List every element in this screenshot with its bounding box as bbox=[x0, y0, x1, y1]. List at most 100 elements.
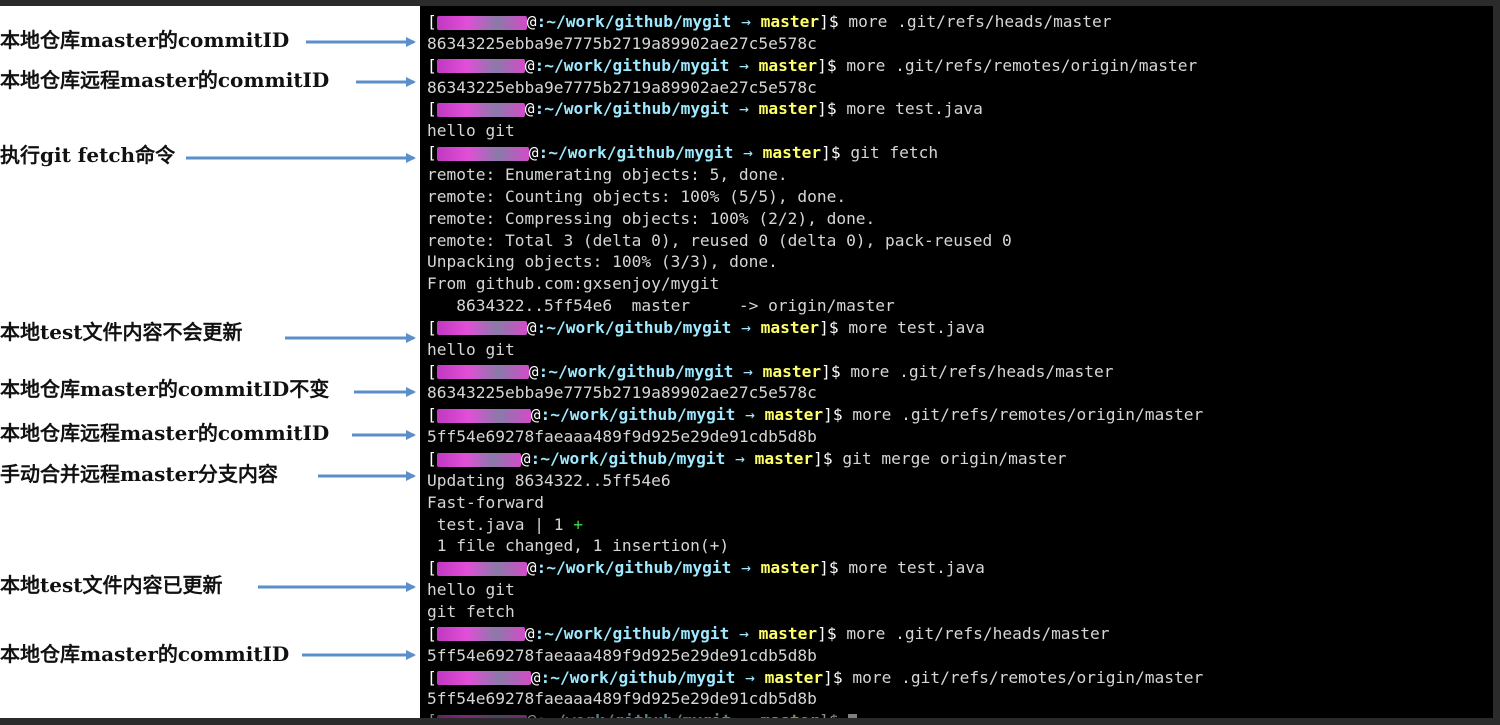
prompt-path: :~/work/github/mygit bbox=[540, 667, 736, 687]
prompt-arrow-icon: → bbox=[731, 558, 761, 578]
terminal-prompt-line: [@:~/work/github/mygit → master]$ bbox=[427, 710, 858, 718]
prompt-end: ]$ bbox=[817, 55, 847, 75]
prompt-branch: master bbox=[758, 55, 818, 75]
terminal-output-text: 86343225ebba9e7775b2719a89902ae27c5e578c bbox=[427, 77, 817, 97]
prompt-end: ]$ bbox=[823, 667, 853, 687]
terminal-output-text: 8634322..5ff54e6 master -> origin/master bbox=[427, 296, 895, 316]
terminal-prompt-line: [@:~/work/github/mygit → master]$ more t… bbox=[427, 98, 983, 120]
terminal-output-text: remote: Counting objects: 100% (5/5), do… bbox=[427, 186, 847, 206]
prompt-end: ]$ bbox=[819, 558, 849, 578]
terminal-output-text: 5ff54e69278faeaaa489f9d925e29de91cdb5d8b bbox=[427, 645, 817, 665]
terminal-output-line: 86343225ebba9e7775b2719a89902ae27c5e578c bbox=[427, 382, 817, 404]
terminal-output-line: 1 file changed, 1 insertion(+) bbox=[427, 535, 729, 557]
terminal-output-text: 5ff54e69278faeaaa489f9d925e29de91cdb5d8b bbox=[427, 689, 817, 709]
prompt-bracket: [ bbox=[427, 361, 437, 381]
terminal-output-text: remote: Enumerating objects: 5, done. bbox=[427, 164, 788, 184]
prompt-path: :~/work/github/mygit bbox=[536, 558, 732, 578]
terminal-output-text: Fast-forward bbox=[427, 492, 544, 512]
terminal-output-line: 8634322..5ff54e6 master -> origin/master bbox=[427, 295, 895, 317]
prompt-branch: master bbox=[754, 449, 814, 468]
terminal-output-line: remote: Compressing objects: 100% (2/2),… bbox=[427, 208, 875, 230]
terminal-prompt-line: [@:~/work/github/mygit → master]$ more t… bbox=[427, 557, 985, 579]
prompt-path: :~/work/github/mygit bbox=[534, 623, 730, 643]
prompt-branch: master bbox=[760, 558, 820, 578]
terminal-output-text: remote: Total 3 (delta 0), reused 0 (del… bbox=[427, 230, 1012, 250]
terminal-output-text: git fetch bbox=[427, 601, 515, 621]
terminal-output-line: Fast-forward bbox=[427, 492, 544, 514]
prompt-branch: master bbox=[764, 405, 824, 425]
prompt-arrow-icon: → bbox=[725, 449, 755, 468]
prompt-end: ]$ bbox=[819, 12, 849, 31]
prompt-branch: master bbox=[764, 667, 824, 687]
prompt-at: @ bbox=[520, 449, 531, 468]
diff-stat-text: test.java | 1 bbox=[427, 514, 574, 534]
terminal-prompt-line: [@:~/work/github/mygit → master]$ more .… bbox=[427, 11, 1112, 33]
terminal-output-text: hello git bbox=[427, 339, 515, 359]
annotation-label: 本地仓库远程master的commitID bbox=[0, 68, 330, 92]
terminal-prompt-line: [@:~/work/github/mygit → master]$ more .… bbox=[427, 667, 1203, 689]
terminal-output-line: 86343225ebba9e7775b2719a89902ae27c5e578c bbox=[427, 77, 817, 99]
prompt-branch: master bbox=[762, 361, 822, 381]
annotation-label: 本地仓库远程master的commitID bbox=[0, 421, 330, 445]
prompt-arrow-icon: → bbox=[731, 317, 761, 337]
terminal-output-text: hello git bbox=[427, 121, 515, 141]
prompt-arrow-icon: → bbox=[731, 12, 761, 31]
terminal-output-text: Updating 8634322..5ff54e6 bbox=[427, 470, 671, 490]
prompt-at: @ bbox=[526, 558, 537, 578]
prompt-bracket: [ bbox=[427, 99, 437, 119]
terminal-output-line: hello git bbox=[427, 339, 515, 361]
redacted-username bbox=[436, 59, 525, 74]
terminal-output-line: remote: Enumerating objects: 5, done. bbox=[427, 164, 788, 186]
terminal-output-line: remote: Counting objects: 100% (5/5), do… bbox=[427, 186, 846, 208]
prompt-end: ]$ bbox=[821, 143, 851, 163]
prompt-bracket: [ bbox=[427, 623, 437, 643]
redacted-username bbox=[436, 146, 529, 161]
terminal-window[interactable]: [@:~/work/github/mygit → master]$ more .… bbox=[420, 6, 1493, 718]
annotation-label: 手动合并远程master分支内容 bbox=[0, 462, 278, 486]
terminal-output-line: Unpacking objects: 100% (3/3), done. bbox=[427, 251, 778, 273]
prompt-arrow-icon: → bbox=[729, 55, 759, 75]
prompt-at: @ bbox=[530, 667, 541, 687]
terminal-command: more .git/refs/remotes/origin/master bbox=[846, 55, 1198, 75]
terminal-output-line: 5ff54e69278faeaaa489f9d925e29de91cdb5d8b bbox=[427, 645, 817, 667]
prompt-at: @ bbox=[524, 623, 535, 643]
prompt-end: ]$ bbox=[819, 317, 849, 337]
prompt-branch: master bbox=[758, 99, 818, 119]
terminal-output-line: git fetch bbox=[427, 601, 515, 623]
terminal-output-text: From github.com:gxsenjoy/mygit bbox=[427, 274, 720, 294]
annotation-label: 本地仓库master的commitID不变 bbox=[0, 377, 330, 401]
prompt-path: :~/work/github/mygit bbox=[540, 405, 736, 425]
prompt-end: ]$ bbox=[817, 99, 847, 119]
prompt-arrow-icon: → bbox=[733, 361, 763, 381]
terminal-prompt-line: [@:~/work/github/mygit → master]$ more .… bbox=[427, 55, 1197, 77]
prompt-branch: master bbox=[761, 711, 819, 718]
prompt-arrow-icon: → bbox=[735, 405, 765, 425]
prompt-branch: master bbox=[760, 12, 820, 31]
prompt-path: :~/work/github/mygit bbox=[536, 12, 732, 31]
prompt-end: ]$ bbox=[813, 449, 843, 468]
annotation-label: 本地仓库master的commitID bbox=[0, 28, 290, 52]
prompt-at: @ bbox=[524, 55, 535, 75]
terminal-prompt-line: [@:~/work/github/mygit → master]$ git fe… bbox=[427, 142, 938, 164]
prompt-at: @ bbox=[528, 361, 539, 381]
prompt-at: @ bbox=[526, 12, 537, 31]
prompt-at: @ bbox=[528, 143, 539, 163]
prompt-end: ]$ bbox=[823, 405, 853, 425]
prompt-end: ]$ bbox=[817, 623, 847, 643]
prompt-end: ]$ bbox=[819, 711, 848, 718]
terminal-output-line: test.java | 1 + bbox=[427, 514, 583, 536]
prompt-bracket: [ bbox=[427, 405, 437, 425]
prompt-arrow-icon: → bbox=[731, 711, 760, 718]
terminal-output-text: hello git bbox=[427, 580, 515, 600]
terminal-prompt-line: [@:~/work/github/mygit → master]$ more t… bbox=[427, 317, 985, 339]
prompt-bracket: [ bbox=[427, 711, 437, 718]
terminal-output-text: 1 file changed, 1 insertion(+) bbox=[427, 536, 730, 556]
annotation-label: 本地test文件内容已更新 bbox=[0, 573, 223, 597]
annotation-label: 执行git fetch命令 bbox=[0, 143, 176, 167]
terminal-prompt-line: [@:~/work/github/mygit → master]$ more .… bbox=[427, 361, 1114, 383]
terminal-output-line: remote: Total 3 (delta 0), reused 0 (del… bbox=[427, 230, 1012, 252]
prompt-arrow-icon: → bbox=[733, 143, 763, 163]
terminal-command: more .git/refs/heads/master bbox=[846, 623, 1110, 643]
redacted-username bbox=[436, 321, 527, 336]
prompt-branch: master bbox=[758, 623, 818, 643]
